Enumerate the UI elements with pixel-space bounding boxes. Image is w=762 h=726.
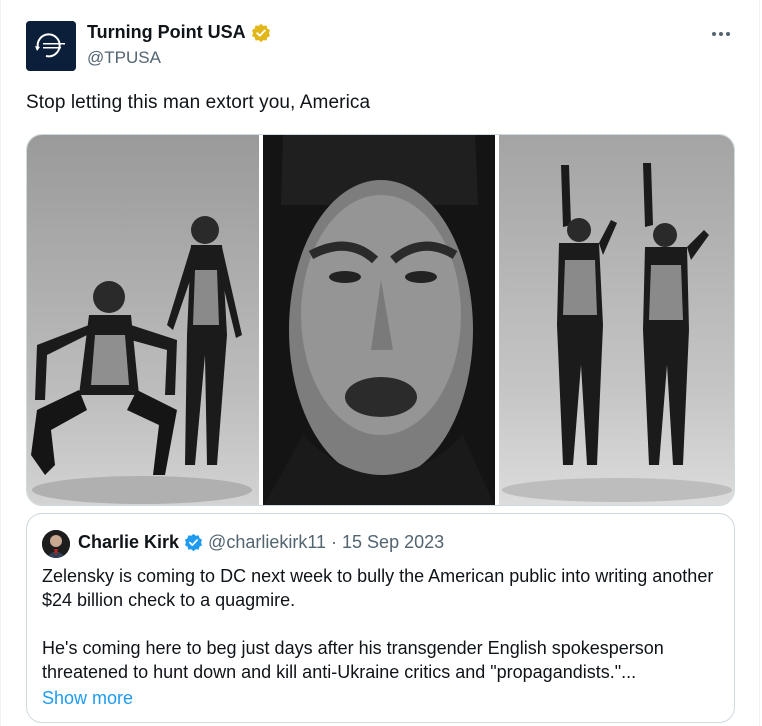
quoted-date[interactable]: 15 Sep 2023 <box>342 532 444 553</box>
quoted-header: Charlie Kirk @charliekirk11 · 15 Sep 202… <box>78 532 444 553</box>
author-avatar[interactable] <box>26 21 76 71</box>
quoted-author-name[interactable]: Charlie Kirk <box>78 532 179 553</box>
quoted-tweet[interactable]: Charlie Kirk @charliekirk11 · 15 Sep 202… <box>26 513 735 723</box>
face-closeup-photo <box>263 135 495 505</box>
media-image-2[interactable] <box>263 135 495 505</box>
quoted-author-handle[interactable]: @charliekirk11 <box>208 532 326 553</box>
show-more-link[interactable]: Show more <box>42 688 133 709</box>
tweet-text: Stop letting this man extort you, Americ… <box>26 92 371 113</box>
dancers-photo-1 <box>31 216 252 504</box>
avatar-photo <box>42 530 70 558</box>
media-image-1[interactable] <box>27 135 260 505</box>
blue-verified-badge-icon[interactable] <box>184 533 203 552</box>
dancers-photo-2 <box>501 163 732 502</box>
more-options-button[interactable] <box>709 22 733 46</box>
quoted-author-avatar[interactable] <box>42 530 70 558</box>
media-image-3[interactable] <box>498 135 734 505</box>
ellipsis-icon <box>712 32 730 36</box>
author-name-text: Turning Point USA <box>87 22 246 42</box>
author-name[interactable]: Turning Point USA <box>87 22 271 43</box>
quoted-text: Zelensky is coming to DC next week to bu… <box>42 564 722 684</box>
meta-separator: · <box>331 532 338 552</box>
media-grid <box>26 134 735 506</box>
quoted-paragraph-2: He's coming here to beg just days after … <box>42 638 664 682</box>
tweet-card: Turning Point USA @TPUSA Stop letting th… <box>0 0 760 726</box>
author-handle[interactable]: @TPUSA <box>87 48 161 68</box>
quoted-paragraph-1: Zelensky is coming to DC next week to bu… <box>42 566 714 610</box>
tpusa-logo-icon <box>26 21 76 71</box>
gold-verified-badge-icon[interactable] <box>251 23 271 43</box>
